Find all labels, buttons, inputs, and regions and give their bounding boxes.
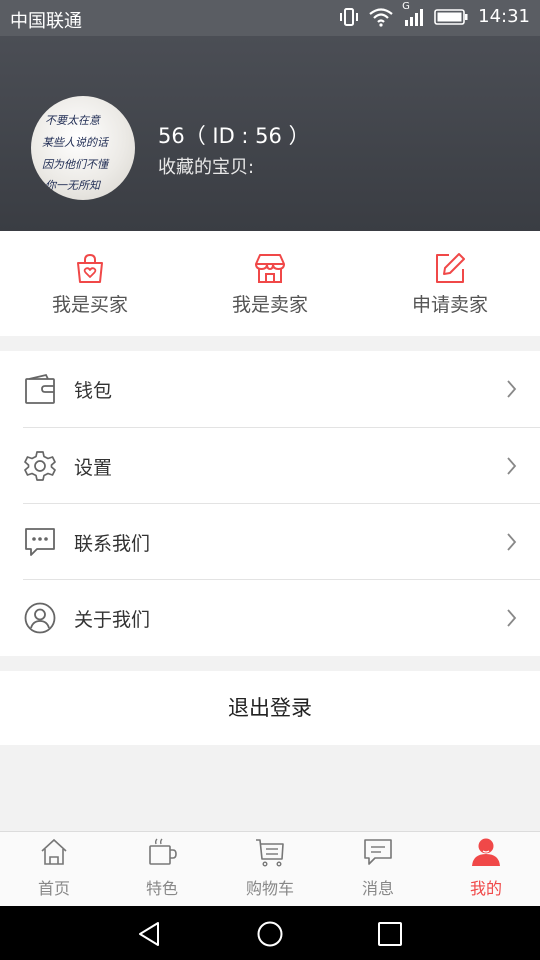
seller-label: 我是卖家 (231, 294, 308, 316)
wallet-icon (24, 373, 56, 409)
bottom-tab-bar: 首页 特色 购物车 消息 我的 (0, 831, 540, 906)
about-label: 关于我们 (74, 609, 151, 631)
avatar-text-line: 某些人说的话 (42, 136, 110, 149)
vibrate-icon (338, 7, 360, 27)
tab-messages-label: 消息 (361, 879, 394, 898)
chat-icon (24, 526, 56, 562)
wifi-icon (368, 7, 394, 27)
system-nav-bar (0, 906, 540, 960)
gear-icon (24, 450, 56, 486)
username: 56（ ID : 56 ） (158, 124, 310, 148)
tab-me-label: 我的 (469, 879, 502, 898)
settings-menu: 钱包 设置 联系我们 关于我们 (0, 351, 540, 656)
avatar-text-line: 因为他们不懂 (42, 158, 110, 171)
recent-apps-icon[interactable] (376, 920, 404, 948)
avatar[interactable]: 不要太在意 某些人说的话 因为他们不懂 你一无所知 (31, 96, 135, 200)
tab-me[interactable]: 我的 (432, 832, 540, 907)
tab-home[interactable]: 首页 (0, 832, 108, 907)
user-circle-icon (24, 602, 56, 638)
favorites-label[interactable]: 收藏的宝贝: (158, 153, 254, 179)
network-type: G (402, 0, 410, 12)
back-icon[interactable] (136, 920, 164, 948)
chevron-right-icon (505, 379, 517, 403)
tab-home-label: 首页 (37, 879, 70, 898)
avatar-text-line: 不要太在意 (45, 114, 101, 127)
tab-featured-label: 特色 (145, 879, 178, 898)
avatar-text-line: 你一无所知 (45, 179, 102, 192)
chevron-right-icon (505, 532, 517, 556)
carrier-name: 中国联通 (10, 11, 82, 32)
logout-button[interactable]: 退出登录 (0, 671, 540, 745)
menu-item-contact[interactable]: 联系我们 (0, 504, 540, 580)
tab-featured[interactable]: 特色 (108, 832, 216, 907)
apply-seller-label: 申请卖家 (411, 294, 488, 316)
seller-button[interactable]: 我是卖家 (180, 231, 360, 336)
profile-header: 不要太在意 某些人说的话 因为他们不懂 你一无所知 56（ ID : 56 ） … (0, 36, 540, 231)
status-bar: 中国联通 G 14:31 (0, 0, 540, 36)
tab-messages[interactable]: 消息 (324, 832, 432, 907)
wallet-label: 钱包 (74, 380, 113, 402)
buyer-button[interactable]: 我是买家 (0, 231, 180, 336)
buyer-label: 我是买家 (51, 294, 128, 316)
menu-item-about[interactable]: 关于我们 (0, 580, 540, 656)
menu-item-settings[interactable]: 设置 (0, 428, 540, 504)
chevron-right-icon (505, 608, 517, 632)
contact-label: 联系我们 (74, 533, 151, 555)
chevron-right-icon (505, 456, 517, 480)
role-shortcuts: 我是买家 我是卖家 申请卖家 (0, 231, 540, 336)
apply-seller-button[interactable]: 申请卖家 (360, 231, 540, 336)
home-circle-icon[interactable] (256, 920, 284, 948)
menu-item-wallet[interactable]: 钱包 (0, 351, 540, 427)
battery-icon (434, 8, 468, 26)
settings-label: 设置 (74, 457, 113, 479)
clock: 14:31 (478, 6, 530, 27)
tab-cart[interactable]: 购物车 (216, 832, 324, 907)
tab-cart-label: 购物车 (245, 879, 294, 898)
signal-icon: G (402, 1, 426, 27)
